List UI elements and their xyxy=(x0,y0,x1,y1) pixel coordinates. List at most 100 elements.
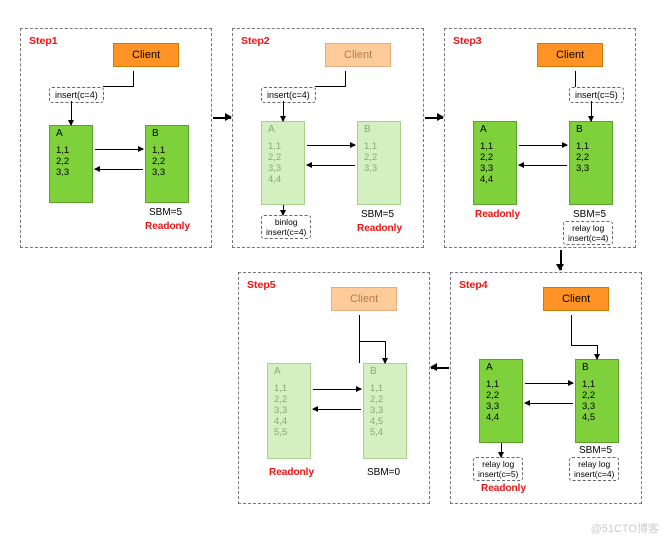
db-a-title: A xyxy=(274,366,304,377)
arrow xyxy=(315,86,345,87)
step5-label: Step5 xyxy=(247,279,276,291)
db-row: 3,3 xyxy=(576,164,606,175)
step3-readonly: Readonly xyxy=(475,209,520,220)
step2-sbm: SBM=5 xyxy=(361,209,394,220)
arrow xyxy=(591,101,592,121)
arrow-a-to-b xyxy=(307,145,355,146)
step4-sbm: SBM=5 xyxy=(579,445,612,456)
db-a-title: A xyxy=(480,124,510,135)
arrow xyxy=(359,315,360,363)
db-b-title: B xyxy=(364,124,394,135)
arrow-a-to-b xyxy=(519,145,567,146)
arrow-step1-to-step2 xyxy=(213,117,231,119)
arrow xyxy=(597,345,598,359)
db-b-title: B xyxy=(582,362,612,373)
step1-label: Step1 xyxy=(29,35,58,47)
watermark: @51CTO博客 xyxy=(591,520,659,536)
step5-readonly: Readonly xyxy=(269,467,314,478)
step2-db-b: B 1,1 2,2 3,3 xyxy=(357,121,401,205)
arrow xyxy=(71,101,72,125)
db-row: 4,4 xyxy=(486,413,516,424)
db-row: 4,5 xyxy=(582,413,612,424)
arrow xyxy=(571,345,597,346)
row-2: Step5 Client A 1,1 2,2 3,3 4,4 5,5 B 1,1… xyxy=(20,272,649,504)
log-line: relay log xyxy=(568,223,608,233)
arrow xyxy=(575,71,576,87)
step3-db-a: A 1,1 2,2 3,3 4,4 xyxy=(473,121,517,205)
step3-db-b: B 1,1 2,2 3,3 xyxy=(569,121,613,205)
log-line: binlog xyxy=(266,217,306,227)
arrow xyxy=(133,71,134,87)
arrow-step2-to-step3 xyxy=(425,117,443,119)
arrow-b-to-a xyxy=(307,165,355,166)
step1-insert-note: insert(c=4) xyxy=(49,87,104,103)
log-line: insert(c=4) xyxy=(266,227,306,237)
arrow xyxy=(283,101,284,121)
db-row: 4,4 xyxy=(480,175,510,186)
db-a-title: A xyxy=(486,362,516,373)
log-line: insert(c=4) xyxy=(574,469,614,479)
arrow-b-to-a xyxy=(95,169,143,170)
step4-relaylog-a: relay log insert(c=5) xyxy=(473,457,523,481)
log-line: relay log xyxy=(478,459,518,469)
step5-sbm: SBM=0 xyxy=(367,467,400,478)
arrow-a-to-b xyxy=(525,383,573,384)
arrow xyxy=(571,315,572,345)
arrow-b-to-a xyxy=(519,165,567,166)
arrow xyxy=(501,443,502,457)
db-a-title: A xyxy=(56,128,86,139)
arrow-a-to-b xyxy=(95,149,143,150)
step1-readonly: Readonly xyxy=(145,221,190,232)
arrow xyxy=(359,341,385,342)
arrow xyxy=(385,341,386,363)
step2-label: Step2 xyxy=(241,35,270,47)
step4-readonly: Readonly xyxy=(481,483,526,494)
step4-db-a: A 1,1 2,2 3,3 4,4 xyxy=(479,359,523,443)
step2-binlog: binlog insert(c=4) xyxy=(261,215,311,239)
row-1: Step1 Client insert(c=4) A 1,1 2,2 3,3 B… xyxy=(20,28,649,248)
arrow xyxy=(103,86,133,87)
step4-client: Client xyxy=(543,287,609,311)
arrow-step4-to-step5 xyxy=(431,367,449,369)
arrow-b-to-a xyxy=(525,403,573,404)
step3-sbm: SBM=5 xyxy=(573,209,606,220)
db-b-title: B xyxy=(576,124,606,135)
arrow-a-to-b xyxy=(313,389,361,390)
arrow-step3-to-step4 xyxy=(560,250,562,270)
arrow-b-to-a xyxy=(313,409,361,410)
db-row: 5,4 xyxy=(370,428,400,439)
step3-client: Client xyxy=(537,43,603,67)
step1-sbm: SBM=5 xyxy=(149,207,182,218)
db-row: 4,4 xyxy=(268,175,298,186)
step2-insert-note: insert(c=4) xyxy=(261,87,316,103)
step1-db-b: B 1,1 2,2 3,3 xyxy=(145,125,189,203)
log-line: insert(c=5) xyxy=(478,469,518,479)
step2-client: Client xyxy=(325,43,391,67)
step3-panel: Step3 Client insert(c=5) A 1,1 2,2 3,3 4… xyxy=(444,28,636,248)
log-line: relay log xyxy=(574,459,614,469)
step1-db-a: A 1,1 2,2 3,3 xyxy=(49,125,93,203)
db-row: 3,3 xyxy=(56,168,86,179)
step5-panel: Step5 Client A 1,1 2,2 3,3 4,4 5,5 B 1,1… xyxy=(238,272,430,504)
step3-relaylog: relay log insert(c=4) xyxy=(563,221,613,245)
step4-label: Step4 xyxy=(459,279,488,291)
step1-client: Client xyxy=(113,43,179,67)
step1-panel: Step1 Client insert(c=4) A 1,1 2,2 3,3 B… xyxy=(20,28,212,248)
step4-relaylog-b: relay log insert(c=4) xyxy=(569,457,619,481)
step5-db-b: B 1,1 2,2 3,3 4,5 5,4 xyxy=(363,363,407,459)
arrow xyxy=(283,205,284,215)
step2-readonly: Readonly xyxy=(357,223,402,234)
db-row: 5,5 xyxy=(274,428,304,439)
step3-insert-note: insert(c=5) xyxy=(569,87,624,103)
db-b-title: B xyxy=(152,128,182,139)
db-row: 3,3 xyxy=(152,168,182,179)
log-line: insert(c=4) xyxy=(568,233,608,243)
db-a-title: A xyxy=(268,124,298,135)
step4-db-b: B 1,1 2,2 3,3 4,5 xyxy=(575,359,619,443)
step5-db-a: A 1,1 2,2 3,3 4,4 5,5 xyxy=(267,363,311,459)
step2-db-a: A 1,1 2,2 3,3 4,4 xyxy=(261,121,305,205)
db-row: 3,3 xyxy=(364,164,394,175)
step4-panel: Step4 Client A 1,1 2,2 3,3 4,4 B 1,1 2,2… xyxy=(450,272,642,504)
db-b-title: B xyxy=(370,366,400,377)
step3-label: Step3 xyxy=(453,35,482,47)
